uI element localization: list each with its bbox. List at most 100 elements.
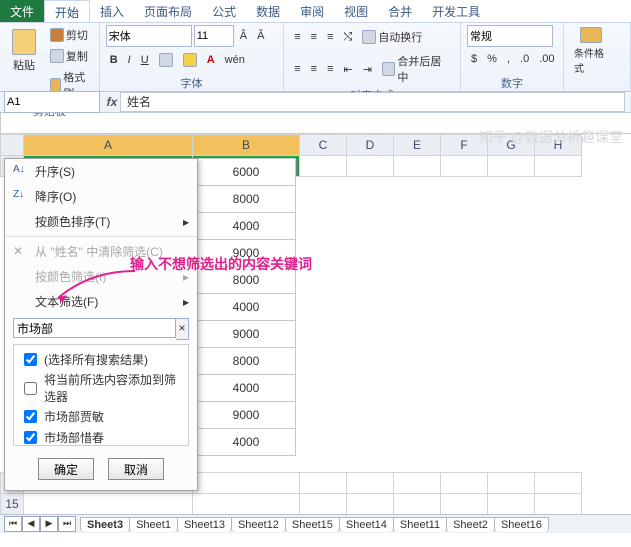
cell[interactable]: 8000 (196, 348, 296, 375)
tab-home[interactable]: 开始 (44, 0, 90, 22)
col-header[interactable]: D (347, 135, 394, 156)
cell[interactable]: 4000 (196, 375, 296, 402)
align-left-button[interactable]: ≡ (290, 51, 304, 87)
col-header[interactable]: E (394, 135, 441, 156)
dec-decimal-button[interactable]: .00 (535, 51, 558, 67)
select-all-corner[interactable] (1, 135, 24, 156)
align-top-button[interactable]: ≡ (290, 27, 304, 47)
currency-button[interactable]: $ (467, 51, 481, 67)
tab-review[interactable]: 审阅 (290, 0, 334, 22)
merge-center-button[interactable]: 合并后居中 (378, 51, 454, 87)
border-button[interactable] (155, 51, 177, 69)
wrap-text-button[interactable]: 自动换行 (358, 27, 426, 47)
italic-button[interactable]: I (124, 51, 135, 69)
ok-button[interactable]: 确定 (38, 458, 94, 480)
grow-font-button[interactable]: Â (236, 25, 251, 47)
sheet-tab[interactable]: Sheet2 (446, 517, 495, 532)
nav-next-icon[interactable]: ▶ (40, 516, 58, 532)
number-format-combo[interactable] (467, 25, 553, 47)
shrink-font-button[interactable]: Ǎ (253, 25, 268, 47)
cond-format-icon (580, 27, 602, 43)
scissors-icon (50, 28, 64, 42)
name-box[interactable] (4, 91, 100, 113)
cell[interactable]: 8000 (196, 186, 296, 213)
tab-layout[interactable]: 页面布局 (134, 0, 202, 22)
comma-button[interactable]: , (503, 51, 514, 67)
tab-view[interactable]: 视图 (334, 0, 378, 22)
sort-desc-item[interactable]: Z↓降序(O) (5, 184, 197, 209)
col-header[interactable]: C (300, 135, 347, 156)
tab-merge[interactable]: 合并 (378, 0, 422, 22)
col-header[interactable]: A (24, 135, 193, 156)
tab-formula[interactable]: 公式 (202, 0, 246, 22)
phonetic-button[interactable]: wén (221, 51, 249, 69)
fx-icon[interactable]: fx (104, 95, 120, 109)
watermark: 知乎 @数据分析趣课堂 (479, 127, 623, 147)
filter-options-panel[interactable]: (选择所有搜索结果) 将当前所选内容添加到筛选器 市场部贾敏 市场部惜春 市场部… (13, 344, 189, 446)
cell[interactable]: 4000 (196, 429, 296, 456)
font-color-button[interactable]: A (203, 51, 219, 69)
bold-button[interactable]: B (106, 51, 122, 69)
sheet-nav[interactable]: ⏮◀▶⏭ (4, 516, 76, 532)
sheet-tab[interactable]: Sheet13 (177, 517, 232, 532)
merge-icon (382, 62, 395, 76)
tab-file[interactable]: 文件 (0, 0, 44, 22)
arrow-icon (50, 266, 140, 306)
chk-select-all[interactable] (24, 353, 37, 366)
chk-item[interactable] (24, 431, 37, 444)
sheet-tab[interactable]: Sheet11 (393, 517, 447, 532)
cut-button[interactable]: 剪切 (46, 25, 93, 45)
sort-asc-icon: A↓ (13, 164, 29, 180)
col-header[interactable]: B (193, 135, 300, 156)
sheet-tab[interactable]: Sheet1 (129, 517, 178, 532)
formula-input[interactable]: 姓名 (120, 92, 625, 112)
conditional-format-button[interactable]: 条件格式 (570, 25, 612, 77)
sheet-tab[interactable]: Sheet12 (231, 517, 286, 532)
wrap-label: 自动换行 (378, 29, 422, 45)
indent-dec-button[interactable]: ⇤ (340, 51, 357, 87)
sort-asc-item[interactable]: A↓升序(S) (5, 159, 197, 184)
copy-button[interactable]: 复制 (46, 46, 93, 66)
align-center-button[interactable]: ≡ (307, 51, 321, 87)
sheet-tab[interactable]: Sheet14 (339, 517, 394, 532)
sheet-tab[interactable]: Sheet15 (285, 517, 340, 532)
nav-first-icon[interactable]: ⏮ (4, 516, 22, 532)
tab-insert[interactable]: 插入 (90, 0, 134, 22)
underline-button[interactable]: U (137, 51, 153, 69)
chk-item[interactable] (24, 410, 37, 423)
cell[interactable]: 9000 (196, 402, 296, 429)
percent-button[interactable]: % (483, 51, 501, 67)
nav-last-icon[interactable]: ⏭ (58, 516, 76, 532)
sort-color-item[interactable]: 按颜色排序(T)▸ (5, 209, 197, 234)
cell[interactable]: 4000 (196, 213, 296, 240)
font-size-combo[interactable] (194, 25, 234, 47)
sheet-tab[interactable]: Sheet3 (80, 517, 130, 532)
chk-label: 市场部贾敏 (44, 408, 104, 425)
indent-inc-button[interactable]: ⇥ (359, 51, 376, 87)
clear-search-button[interactable]: × (176, 318, 189, 340)
formula-bar: fx 姓名 (0, 92, 631, 113)
nav-prev-icon[interactable]: ◀ (22, 516, 40, 532)
tab-data[interactable]: 数据 (246, 0, 290, 22)
callout-text: 输入不想筛选出的内容关键词 (130, 256, 312, 272)
border-icon (159, 53, 173, 67)
font-name-combo[interactable] (106, 25, 192, 47)
fill-color-button[interactable] (179, 51, 201, 69)
brush-icon (50, 78, 61, 92)
align-middle-button[interactable]: ≡ (307, 27, 321, 47)
cell[interactable]: 6000 (196, 158, 296, 186)
orientation-button[interactable]: ⤭ (340, 27, 357, 47)
cell[interactable]: 4000 (196, 294, 296, 321)
filter-search-input[interactable] (13, 318, 176, 338)
inc-decimal-button[interactable]: .0 (516, 51, 533, 67)
sheet-tab[interactable]: Sheet16 (494, 517, 549, 532)
tab-dev[interactable]: 开发工具 (422, 0, 490, 22)
cancel-button[interactable]: 取消 (108, 458, 164, 480)
chk-add-current[interactable] (24, 382, 37, 395)
chk-label: 将当前所选内容添加到筛选器 (44, 371, 182, 405)
row-header[interactable]: 15 (1, 494, 24, 515)
paste-button[interactable]: 粘贴 (6, 25, 42, 77)
cell[interactable]: 9000 (196, 321, 296, 348)
align-bottom-button[interactable]: ≡ (323, 27, 337, 47)
align-right-button[interactable]: ≡ (323, 51, 337, 87)
